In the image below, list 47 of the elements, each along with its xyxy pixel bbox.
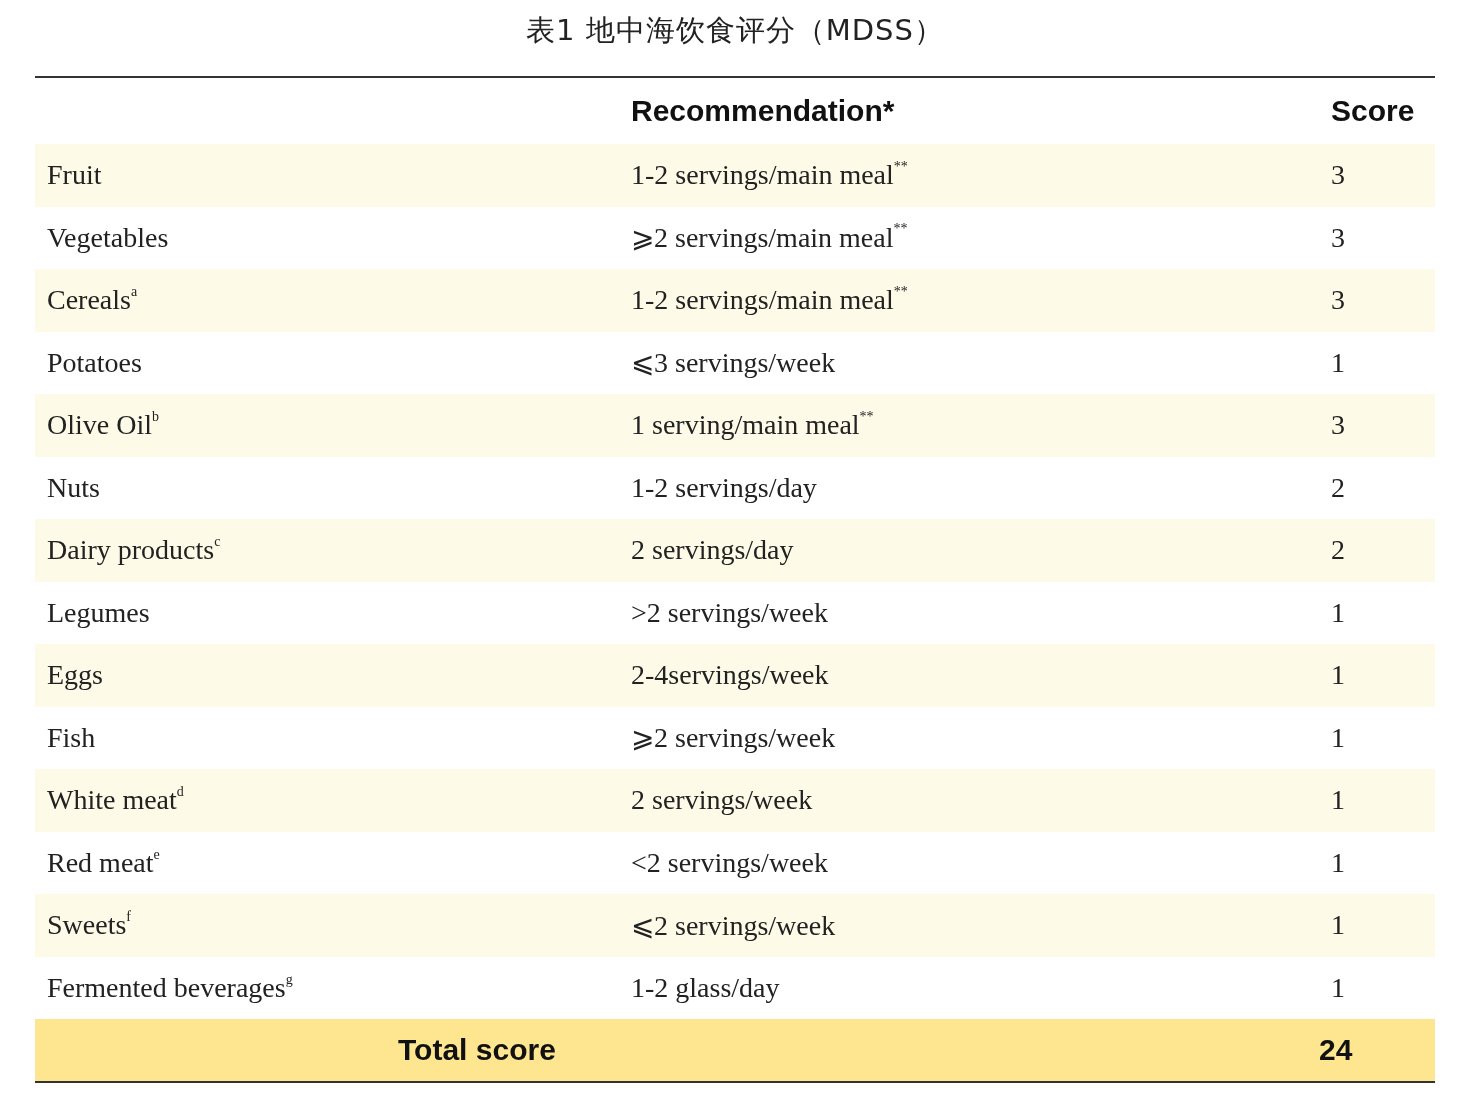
table-cell-text: 2-4servings/week: [630, 659, 830, 692]
table-cell-text: 1: [1330, 721, 1346, 754]
table-cell-text: Nuts: [46, 471, 101, 504]
column-header: Recommendation*: [630, 94, 896, 128]
table-cell-text: ⩽3 servings/week: [630, 346, 837, 380]
table-cell-text: 1: [1330, 846, 1346, 879]
table-cell-text: <2 servings/week: [630, 846, 829, 879]
table-cell-text: Fruit: [46, 159, 103, 192]
column-header: Score: [1330, 94, 1416, 128]
table-cell-text: White meat$^{d}$: [46, 784, 185, 817]
table-cell-text: Legumes: [46, 596, 151, 629]
table-cell-text: 1 serving/main meal$^{**}$: [630, 409, 875, 442]
table-cell-text: ⩾2 servings/week: [630, 721, 837, 755]
table-cell-text: ⩾2 servings/main meal$^{**}$: [630, 221, 909, 255]
table-cell-text: Fish: [46, 721, 97, 754]
table-cell-text: 1: [1330, 659, 1346, 692]
table-cell-text: 3: [1330, 159, 1346, 192]
total-label: Total score: [397, 1033, 557, 1067]
table-cell-text: 2 servings/day: [630, 534, 795, 567]
table-cell-text: 2 servings/week: [630, 784, 814, 817]
table-cell-text: 1: [1330, 971, 1346, 1004]
table-cell-text: 1-2 glass/day: [630, 971, 781, 1004]
table-cell-text: 1-2 servings/day: [630, 471, 818, 504]
table-cell-text: Potatoes: [46, 346, 143, 379]
table-cell-text: 1: [1330, 346, 1346, 379]
table-cell-text: Sweets$^{f}$: [46, 909, 132, 942]
table-cell-text: 2: [1330, 534, 1346, 567]
table-title: 表1 地中海饮食评分（MDSS）: [525, 12, 945, 49]
table-cell-text: Olive Oil$^{b}$: [46, 409, 160, 442]
table-cell-text: Dairy products$^{c}$: [46, 534, 222, 567]
table-cell-text: >2 servings/week: [630, 596, 829, 629]
table-cell-text: Red meat$^{e}$: [46, 846, 161, 879]
table-cell-text: 3: [1330, 284, 1346, 317]
table-cell-text: Eggs: [46, 659, 104, 692]
table-cell-text: 3: [1330, 221, 1346, 254]
table-cell-text: Fermented beverages$^{g}$: [46, 971, 294, 1004]
table-cell-text: 3: [1330, 409, 1346, 442]
table-cell-text: Cereals$^{a}$: [46, 284, 139, 317]
table-cell-text: Vegetables: [46, 221, 170, 254]
table-cell-text: ⩽2 servings/week: [630, 908, 837, 942]
total-score: 24: [1319, 1033, 1354, 1067]
table-cell-text: 1: [1330, 909, 1346, 942]
table-cell-text: 1: [1330, 784, 1346, 817]
table-cell-text: 1-2 servings/main meal$^{**}$: [630, 159, 909, 192]
table-cell-text: 1-2 servings/main meal$^{**}$: [630, 284, 909, 317]
table-cell-text: 1: [1330, 596, 1346, 629]
table-cell-text: 2: [1330, 471, 1346, 504]
